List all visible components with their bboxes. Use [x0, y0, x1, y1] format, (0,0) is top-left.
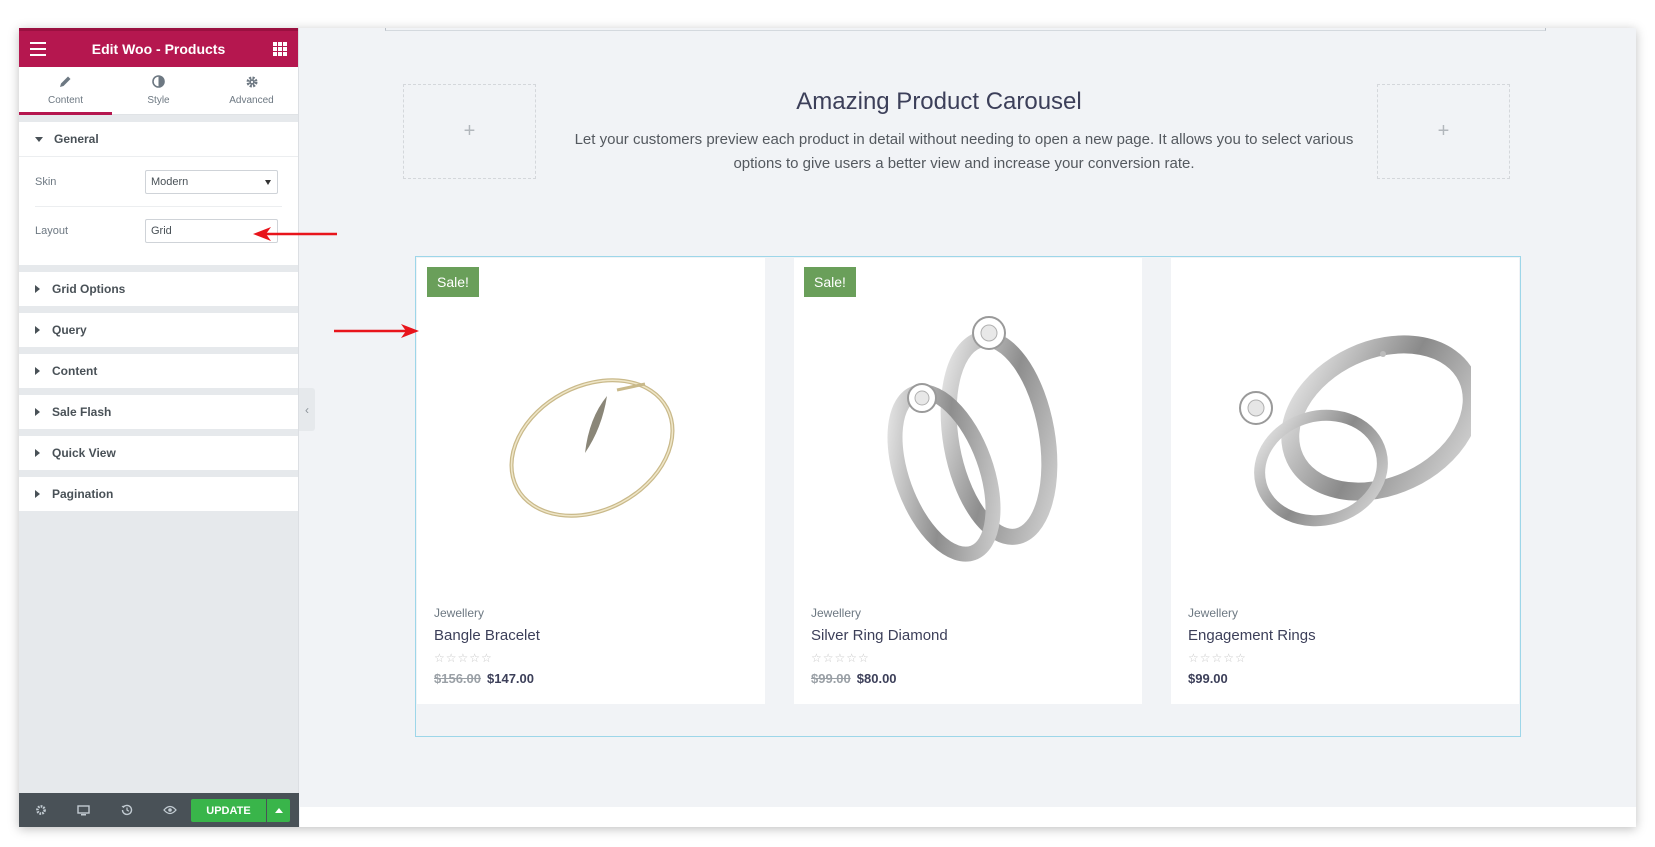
product-price: $156.00 $147.00 [434, 671, 534, 686]
annotation-arrow-icon [334, 324, 419, 338]
sale-price: $147.00 [487, 671, 534, 686]
caret-right-icon [35, 490, 40, 498]
engagement-rings-image[interactable] [1221, 298, 1471, 568]
bangle-bracelet-image[interactable] [467, 298, 717, 568]
caret-right-icon [35, 326, 40, 334]
section-quick-view-header[interactable]: Quick View [19, 436, 298, 470]
editor-window: Edit Woo - Products Content Style Advanc… [19, 28, 1636, 827]
sale-badge: Sale! [427, 267, 479, 297]
section-quick-view[interactable]: Quick View [19, 436, 298, 470]
pencil-icon [59, 75, 72, 91]
section-pagination[interactable]: Pagination [19, 477, 298, 511]
product-title[interactable]: Bangle Bracelet [434, 627, 540, 644]
plus-icon: + [463, 120, 476, 142]
section-sale-flash-header[interactable]: Sale Flash [19, 395, 298, 429]
section-grid-options-header[interactable]: Grid Options [19, 272, 298, 306]
section-query-label: Query [52, 323, 87, 337]
section-sale-flash-label: Sale Flash [52, 405, 112, 419]
skin-select[interactable]: Modern [145, 169, 278, 194]
dropdown-arrow-icon [265, 179, 271, 185]
section-general-label: General [54, 132, 99, 146]
update-options-button[interactable] [267, 799, 290, 822]
section-general-header[interactable]: General [19, 122, 298, 156]
tab-style-label: Style [147, 95, 170, 106]
gear-icon [245, 75, 259, 91]
add-widget-left[interactable]: + [403, 84, 536, 179]
menu-icon[interactable] [30, 42, 46, 56]
regular-price: $156.00 [434, 671, 481, 686]
collapse-panel-icon[interactable]: ‹ [299, 388, 315, 431]
annotation-arrow-icon [253, 227, 337, 241]
rating-stars: ☆☆☆☆☆ [434, 651, 493, 665]
rating-stars: ☆☆☆☆☆ [1188, 651, 1247, 665]
section-sale-flash[interactable]: Sale Flash [19, 395, 298, 429]
product-price: $99.00 [1188, 671, 1228, 686]
panel-title: Edit Woo - Products [91, 41, 226, 57]
panel-tabs: Content Style Advanced [19, 67, 298, 115]
sale-badge: Sale! [804, 267, 856, 297]
section-general: General Skin Modern Layout Grid [19, 122, 298, 265]
layout-label: Layout [35, 225, 69, 237]
caret-right-icon [35, 285, 40, 293]
caret-right-icon [35, 449, 40, 457]
section-grid-options-label: Grid Options [52, 282, 126, 296]
page-footer-area [300, 807, 1636, 827]
regular-price: $99.00 [811, 671, 851, 686]
section-pagination-header[interactable]: Pagination [19, 477, 298, 511]
product-title[interactable]: Silver Ring Diamond [811, 627, 948, 644]
layout-value: Grid [151, 225, 172, 237]
layout-control: Layout Grid [35, 206, 282, 255]
editor-panel: Edit Woo - Products Content Style Advanc… [19, 28, 299, 827]
product-price: $99.00 $80.00 [811, 671, 897, 686]
skin-value: Modern [151, 175, 189, 188]
responsive-icon[interactable] [62, 793, 105, 827]
products-widget[interactable]: Sale! Jewellery Bangle Bracelet ☆☆☆☆☆ $1… [415, 256, 1521, 737]
product-title[interactable]: Engagement Rings [1188, 627, 1316, 644]
product-category[interactable]: Jewellery [1188, 606, 1238, 620]
preview-icon[interactable] [148, 793, 191, 827]
section-general-body: Skin Modern Layout Grid [19, 156, 298, 265]
caret-right-icon [35, 408, 40, 416]
contrast-icon [152, 75, 165, 91]
section-grid-options[interactable]: Grid Options [19, 272, 298, 306]
caret-down-icon [35, 136, 43, 142]
section-content-header[interactable]: Content [19, 354, 298, 388]
tab-content-label: Content [47, 95, 84, 106]
caret-right-icon [35, 367, 40, 375]
skin-control: Skin Modern [35, 157, 282, 206]
silver-ring-diamond-image[interactable] [844, 298, 1094, 568]
page-heading: Amazing Product Carousel [796, 88, 1082, 115]
section-quick-view-label: Quick View [52, 446, 116, 460]
product-category[interactable]: Jewellery [811, 606, 861, 620]
panel-header: Edit Woo - Products [19, 28, 298, 67]
product-card[interactable]: Sale! Jewellery Bangle Bracelet ☆☆☆☆☆ $1… [417, 258, 765, 704]
section-query-header[interactable]: Query [19, 313, 298, 347]
product-card[interactable]: Jewellery Engagement Rings ☆☆☆☆☆ $99.00 [1171, 258, 1519, 704]
tab-advanced[interactable]: Advanced [205, 67, 298, 114]
product-card[interactable]: Sale! Jewellery Silver Ring Diamond ☆☆☆☆… [794, 258, 1142, 704]
section-boundary [385, 28, 1546, 31]
section-query[interactable]: Query [19, 313, 298, 347]
tab-style[interactable]: Style [112, 67, 205, 114]
section-content[interactable]: Content [19, 354, 298, 388]
section-content-label: Content [52, 364, 98, 378]
panel-footer: UPDATE [19, 793, 299, 827]
widgets-grid-icon[interactable] [273, 42, 287, 56]
plus-icon: + [1437, 120, 1450, 142]
product-category[interactable]: Jewellery [434, 606, 484, 620]
tab-content[interactable]: Content [19, 67, 112, 115]
rating-stars: ☆☆☆☆☆ [811, 651, 870, 665]
sale-price: $80.00 [856, 671, 897, 686]
page-description: Let your customers preview each product … [574, 131, 1354, 172]
history-icon[interactable] [105, 793, 148, 827]
tab-advanced-label: Advanced [229, 95, 274, 106]
skin-label: Skin [35, 175, 57, 188]
sale-price: $99.00 [1188, 671, 1228, 686]
section-pagination-label: Pagination [52, 487, 114, 501]
add-widget-right[interactable]: + [1377, 84, 1510, 179]
settings-icon[interactable] [19, 793, 62, 827]
update-button[interactable]: UPDATE [191, 799, 266, 822]
